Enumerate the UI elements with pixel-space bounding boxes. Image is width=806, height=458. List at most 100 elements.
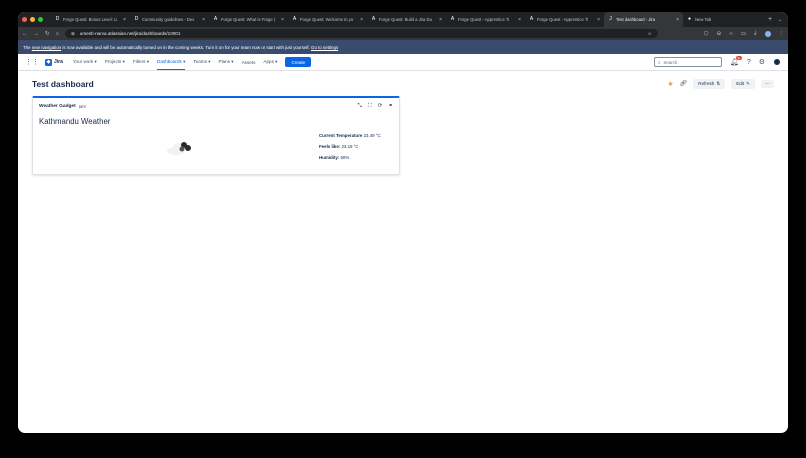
close-window-button[interactable]	[22, 17, 27, 22]
stat-label: Humidity:	[319, 155, 340, 160]
link-icon[interactable]: ⊖	[717, 31, 722, 37]
toolbar-actions: ⬡ ⊖ ‹› ▭ ⤓ ⋮	[704, 30, 784, 37]
nav-item[interactable]: Your work ▾	[73, 59, 97, 65]
nav-right: ⌕ Search 🔔︎ 9+ ? ⚙	[653, 56, 781, 67]
refresh-gadget-icon[interactable]: ⟳	[378, 103, 383, 110]
tab-title: Test dashboard - Jira	[616, 17, 656, 22]
jira-top-nav: ⋮⋮ ◆ Jira Your work ▾ Projects ▾ Filters ▾…	[18, 54, 788, 71]
tab-title: Forge Quest: Welcome to yo	[300, 17, 354, 22]
search-input[interactable]: ⌕ Search	[653, 57, 722, 67]
browser-tab[interactable]: A Forge Quest: What is Forge | ×	[209, 12, 288, 27]
close-tab-icon[interactable]: ×	[123, 17, 126, 23]
nav-item[interactable]: Apps ▾	[263, 59, 277, 65]
profile-avatar[interactable]	[764, 30, 771, 37]
nav-item[interactable]: Dashboards ▾	[157, 59, 186, 70]
go-to-settings-link[interactable]: Go to settings	[311, 45, 338, 50]
more-actions-button[interactable]: ⋯	[761, 79, 774, 88]
weather-stat-row: Humidity: 50%	[319, 152, 381, 163]
banner-text: is now available and will be automatical…	[62, 44, 310, 50]
minimize-icon[interactable]: ⤡	[358, 103, 362, 110]
notifications-button[interactable]: 🔔︎ 9+	[730, 56, 742, 66]
edit-button[interactable]: Edit ✎	[731, 78, 755, 89]
browser-tab[interactable]: A Forge Quest - Apprentice Ti ×	[446, 12, 525, 27]
fullscreen-icon[interactable]: ⛶	[368, 103, 372, 110]
home-icon[interactable]: ⌂	[56, 31, 59, 37]
nav-item[interactable]: Projects ▾	[105, 59, 125, 65]
browser-tab[interactable]: A Forge Quest: Build a Jira Da ×	[367, 12, 446, 27]
star-icon[interactable]: ★	[667, 80, 673, 88]
app-switcher-icon[interactable]: ⋮⋮	[25, 58, 39, 66]
maximize-window-button[interactable]	[38, 17, 43, 22]
page-title: Test dashboard	[32, 78, 94, 89]
new-tab-button[interactable]: +	[768, 16, 772, 23]
sidepanel-icon[interactable]: ▭	[741, 31, 746, 37]
browser-tab[interactable]: A Forge Quest: Welcome to yo ×	[288, 12, 367, 27]
minimize-window-button[interactable]	[30, 17, 35, 22]
tab-title: Forge Quest - Apprentice Ti	[537, 17, 589, 22]
url-text: umesh-narva.atlassian.net/jira/dashboard…	[79, 31, 181, 36]
browser-tab[interactable]: ● New Tab	[683, 12, 762, 27]
tab-title: Forge Quest - Apprentice Ti	[458, 17, 510, 22]
tab-favicon-icon: ●	[687, 16, 692, 22]
browser-tab[interactable]: D Forge Quest: Bonus Level: Li ×	[51, 12, 130, 27]
browser-menu-icon[interactable]: ⋮	[779, 31, 785, 37]
weather-stat-row: Current Temperature 23.49 °C	[319, 130, 381, 141]
tab-favicon-icon: A	[292, 16, 297, 22]
dev-badge: DEV	[78, 104, 87, 109]
extension-icon[interactable]: ⬡	[704, 31, 709, 37]
gadget-title: Weather Gadget	[39, 104, 76, 109]
nav-items: Your work ▾ Projects ▾ Filters ▾ Dashboards…	[73, 54, 286, 70]
tab-favicon-icon: A	[529, 16, 534, 22]
nav-item[interactable]: Filters ▾	[133, 59, 149, 65]
create-button[interactable]: Create	[285, 57, 312, 67]
close-tab-icon[interactable]: ×	[597, 17, 600, 23]
stat-value: 23.19 °C	[341, 144, 359, 149]
link-icon[interactable]: 🔗︎	[680, 80, 688, 87]
close-tab-icon[interactable]: ×	[202, 17, 205, 23]
close-tab-icon[interactable]: ×	[281, 17, 284, 23]
nav-item[interactable]: Plans ▾	[219, 59, 234, 65]
refresh-button[interactable]: Refresh ⇅	[693, 78, 726, 89]
dashboard-page: Test dashboard ★ 🔗︎ Refresh ⇅ Edit ✎ ⋯ Wea…	[18, 72, 788, 175]
dashboard-header: Test dashboard ★ 🔗︎ Refresh ⇅ Edit ✎ ⋯	[32, 72, 774, 95]
tab-favicon-icon: A	[371, 16, 376, 22]
reload-icon[interactable]: ↻	[45, 31, 50, 37]
forward-icon[interactable]: →	[34, 31, 40, 37]
product-name: Jira	[54, 59, 63, 65]
site-info-icon[interactable]: ⊜	[71, 31, 75, 37]
bookmark-star-icon[interactable]: ☆	[648, 31, 652, 37]
download-icon[interactable]: ⤓	[754, 30, 756, 37]
jira-logo[interactable]: ◆ Jira	[45, 58, 63, 66]
new-navigation-link[interactable]: new navigation	[32, 45, 61, 50]
nav-item[interactable]: Assets	[242, 60, 256, 65]
close-tab-icon[interactable]: ×	[676, 17, 679, 23]
tab-favicon-icon: J	[609, 16, 612, 22]
close-tab-icon[interactable]: ×	[439, 17, 442, 23]
browser-toolbar: ← → ↻ ⌂ ⊜ umesh-narva.atlassian.net/jira…	[18, 27, 788, 40]
stat-label: Current Temperature	[319, 133, 363, 138]
browser-tab[interactable]: J Test dashboard - Jira ×	[604, 12, 683, 27]
settings-gear-icon[interactable]: ⚙	[759, 58, 765, 66]
tab-search-icon[interactable]: ⌄	[778, 17, 782, 23]
help-icon[interactable]: ?	[747, 59, 751, 66]
user-avatar[interactable]	[773, 58, 781, 66]
gadget-link-icon[interactable]: ⚭	[388, 103, 393, 110]
tab-title: Community guidelines - Dev	[142, 17, 195, 22]
nav-item[interactable]: Teams ▾	[193, 59, 210, 65]
address-bar[interactable]: ⊜ umesh-narva.atlassian.net/jira/dashboa…	[64, 29, 658, 38]
search-icon: ⌕	[657, 59, 661, 65]
close-tab-icon[interactable]: ×	[518, 17, 521, 23]
weather-stat-row: Feels like: 23.19 °C	[319, 141, 381, 152]
tab-list: D Forge Quest: Bonus Level: Li × D Community…	[51, 12, 762, 27]
browser-tab[interactable]: D Community guidelines - Dev ×	[130, 12, 209, 27]
tab-title: Forge Quest: Build a Jira Da	[379, 17, 432, 22]
city-heading: Kathmandu Weather	[39, 117, 111, 126]
gadget-tools: ⤡ ⛶ ⟳ ⚭	[358, 103, 393, 110]
back-icon[interactable]: ←	[22, 31, 28, 37]
stat-label: Feels like:	[319, 144, 341, 149]
tab-favicon-icon: D	[55, 16, 60, 22]
close-tab-icon[interactable]: ×	[360, 17, 363, 23]
browser-tab[interactable]: A Forge Quest - Apprentice Ti ×	[525, 12, 604, 27]
code-icon[interactable]: ‹›	[729, 31, 733, 37]
new-navigation-banner: The new navigation is now available and …	[18, 40, 788, 54]
